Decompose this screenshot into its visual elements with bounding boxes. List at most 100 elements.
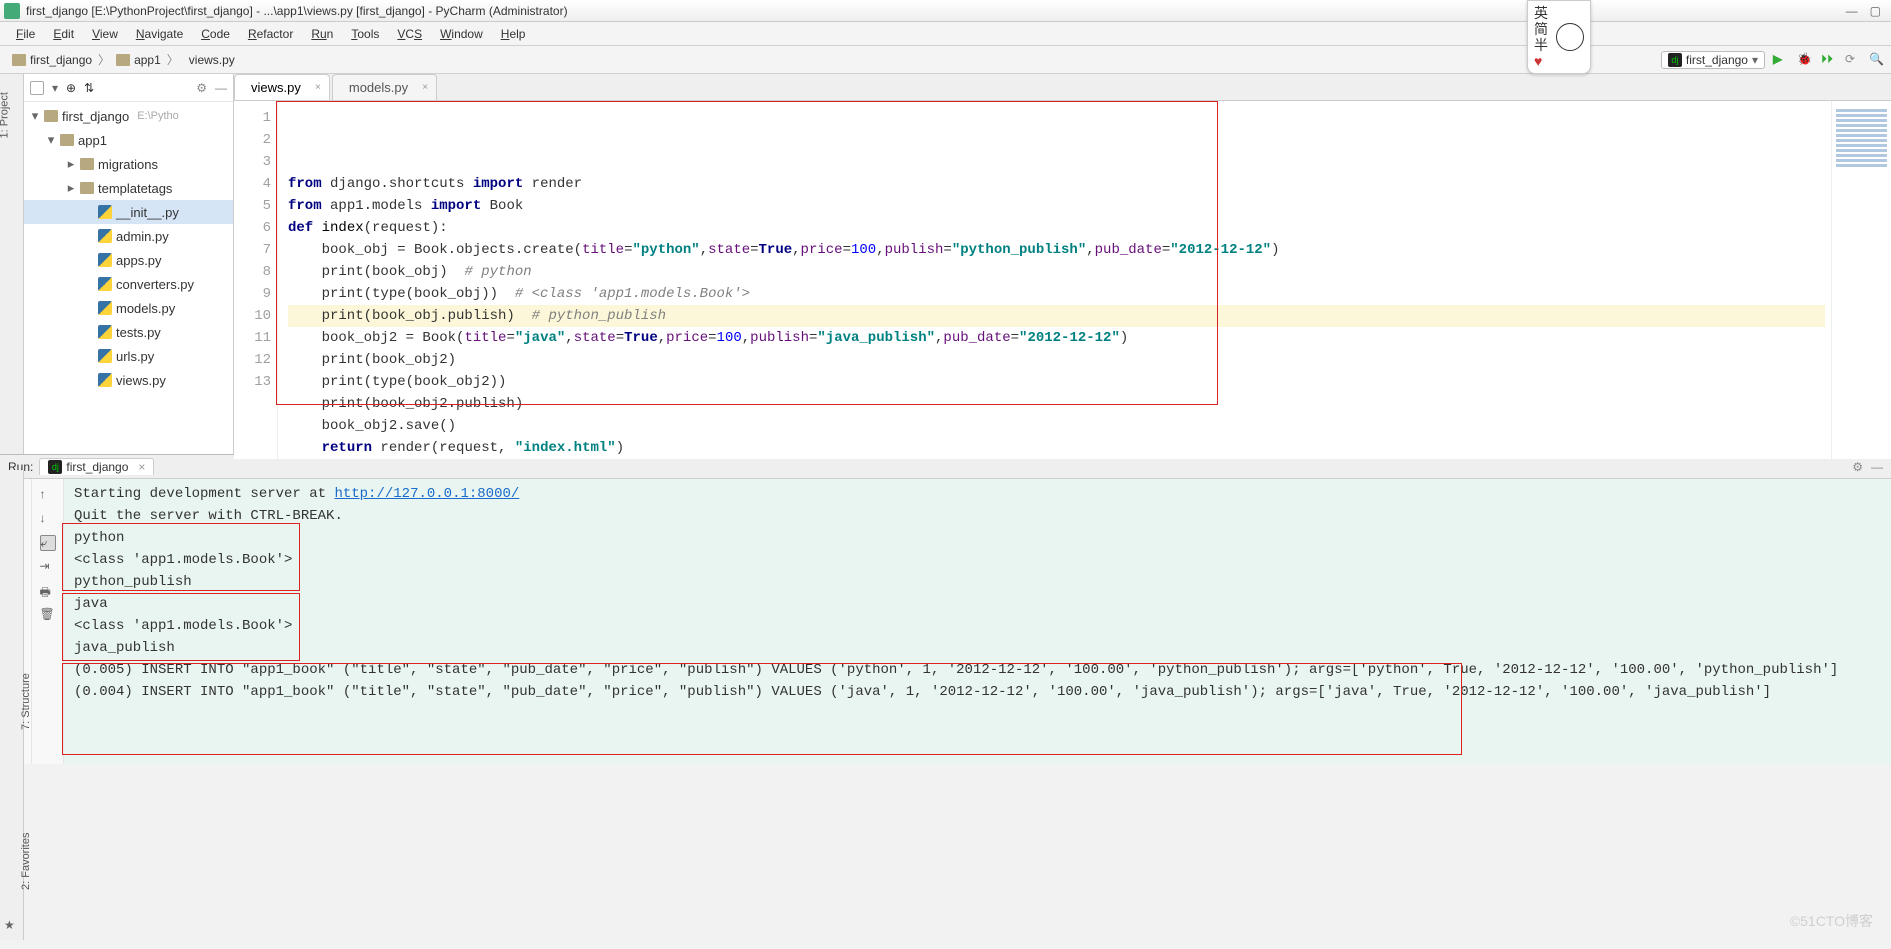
tree-item-urls.py[interactable]: urls.py — [24, 344, 233, 368]
sidebar-tab-structure[interactable]: 7: Structure — [20, 673, 32, 730]
console-line: python_publish — [74, 571, 1881, 593]
dropdown-icon[interactable]: ▾ — [52, 81, 58, 95]
django-icon: dj — [48, 460, 62, 474]
code-line[interactable]: book_obj2.save() — [288, 415, 1825, 437]
code-line[interactable]: print(book_obj2) — [288, 349, 1825, 371]
menu-file[interactable]: File — [8, 25, 43, 43]
code-line[interactable]: print(book_obj) # python — [288, 261, 1825, 283]
code-line[interactable]: from django.shortcuts import render — [288, 173, 1825, 195]
python-file-icon — [98, 205, 112, 219]
menu-code[interactable]: Code — [193, 25, 238, 43]
tree-item-templatetags[interactable]: ▸templatetags — [24, 176, 233, 200]
tree-item-views.py[interactable]: views.py — [24, 368, 233, 392]
trash-icon[interactable]: 🗑 — [40, 607, 56, 623]
folder-icon — [116, 54, 130, 66]
chevron-down-icon: ▾ — [1752, 53, 1758, 67]
menu-help[interactable]: Help — [493, 25, 534, 43]
expand-all-icon[interactable] — [30, 81, 44, 95]
run-config-label: first_django — [1686, 53, 1748, 67]
menu-run[interactable]: Run — [303, 25, 341, 43]
folder-icon — [80, 158, 94, 170]
tree-item-admin.py[interactable]: admin.py — [24, 224, 233, 248]
watermark: ©51CTO博客 — [1790, 911, 1873, 931]
code-line[interactable]: print(type(book_obj)) # <class 'app1.mod… — [288, 283, 1825, 305]
code-line[interactable]: def index(request): — [288, 217, 1825, 239]
maximize-button[interactable]: ▢ — [1870, 4, 1881, 18]
down-icon[interactable]: ↓ — [40, 511, 56, 527]
hide-icon[interactable]: — — [215, 81, 227, 95]
code-editor[interactable]: 12345678910111213 from django.shortcuts … — [234, 101, 1891, 459]
tree-item-__init__.py[interactable]: __init__.py — [24, 200, 233, 224]
debug-icon[interactable]: 🐞 — [1797, 52, 1813, 68]
minimize-button[interactable]: — — [1846, 4, 1858, 18]
run-config-selector[interactable]: dj first_django ▾ — [1661, 51, 1765, 69]
code-line[interactable]: from app1.models import Book — [288, 195, 1825, 217]
run-dashboard-icon[interactable]: ⏵⏵ — [1821, 52, 1837, 68]
editor-tabs: views.py×models.py× — [234, 74, 1891, 101]
menubar: File Edit View Navigate Code Refactor Ru… — [0, 22, 1891, 46]
breadcrumb-first_django[interactable]: first_django — [6, 51, 98, 69]
editor-tab-models.py[interactable]: models.py× — [332, 74, 437, 100]
run-tab[interactable]: dj first_django × — [39, 458, 154, 475]
nav-bar: first_django〉app1〉views.py dj first_djan… — [0, 46, 1891, 74]
breadcrumb-app1[interactable]: app1 — [110, 51, 167, 69]
code-line[interactable]: print(book_obj.publish) # python_publish — [288, 305, 1825, 327]
window-title: first_django [E:\PythonProject\first_dja… — [26, 4, 568, 18]
menu-vcs[interactable]: VCS — [389, 25, 430, 43]
collapse-icon[interactable]: ⇅ — [84, 81, 94, 95]
project-tree[interactable]: ▾first_djangoE:\Pytho▾app1▸migrations▸te… — [24, 102, 233, 394]
code-line[interactable]: return render(request, "index.html") — [288, 437, 1825, 459]
close-icon[interactable]: × — [315, 82, 321, 93]
code-line[interactable]: print(book_obj2.publish) — [288, 393, 1825, 415]
scroll-icon[interactable]: ⇥ — [40, 559, 56, 575]
tree-item-tests.py[interactable]: tests.py — [24, 320, 233, 344]
sidebar-tab-favorites[interactable]: 2: Favorites — [20, 833, 32, 890]
console-line: java — [74, 593, 1881, 615]
python-file-icon — [98, 253, 112, 267]
python-file-icon — [98, 373, 112, 387]
menu-tools[interactable]: Tools — [343, 25, 387, 43]
tree-item-apps.py[interactable]: apps.py — [24, 248, 233, 272]
menu-window[interactable]: Window — [432, 25, 491, 43]
menu-edit[interactable]: Edit — [45, 25, 82, 43]
gear-icon[interactable]: ⚙ — [196, 81, 207, 95]
console-output[interactable]: Starting development server at http://12… — [64, 479, 1891, 764]
console-line: java_publish — [74, 637, 1881, 659]
hide-icon[interactable]: — — [1871, 460, 1883, 474]
minimap[interactable] — [1831, 101, 1891, 459]
search-icon[interactable]: 🔍 — [1869, 52, 1885, 68]
editor-tab-views.py[interactable]: views.py× — [234, 74, 330, 100]
tree-item-first_django[interactable]: ▾first_djangoE:\Pytho — [24, 104, 233, 128]
tree-item-migrations[interactable]: ▸migrations — [24, 152, 233, 176]
menu-view[interactable]: View — [84, 25, 126, 43]
star-icon[interactable]: ★ — [4, 918, 15, 932]
menu-refactor[interactable]: Refactor — [240, 25, 301, 43]
print-icon[interactable]: 🖶 — [40, 583, 56, 599]
code-line[interactable]: book_obj = Book.objects.create(title="py… — [288, 239, 1825, 261]
server-url-link[interactable]: http://127.0.0.1:8000/ — [334, 486, 519, 502]
left-tool-strip: 1: Project — [0, 74, 24, 454]
code-line[interactable]: print(type(book_obj2)) — [288, 371, 1825, 393]
up-icon[interactable]: ↑ — [40, 487, 56, 503]
close-icon[interactable]: × — [138, 460, 145, 474]
django-icon: dj — [1668, 53, 1682, 67]
ime-overlay[interactable]: 英 简 半 ♥ — [1527, 0, 1591, 74]
tree-item-converters.py[interactable]: converters.py — [24, 272, 233, 296]
soft-wrap-icon[interactable]: ⤶ — [40, 535, 56, 551]
tree-item-app1[interactable]: ▾app1 — [24, 128, 233, 152]
gear-icon[interactable]: ⚙ — [1852, 460, 1863, 474]
console-line: <class 'app1.models.Book'> — [74, 549, 1881, 571]
tree-item-models.py[interactable]: models.py — [24, 296, 233, 320]
update-icon[interactable]: ⟳ — [1845, 52, 1861, 68]
sidebar-tab-project[interactable]: 1: Project — [0, 102, 11, 139]
run-icon[interactable]: ▶ — [1773, 52, 1789, 68]
close-icon[interactable]: × — [422, 82, 428, 93]
locate-icon[interactable]: ⊕ — [66, 81, 76, 95]
console-line: Quit the server with CTRL-BREAK. — [74, 505, 1881, 527]
breadcrumb-views.py[interactable]: views.py — [179, 51, 241, 69]
run-tool-window: Run: dj first_django × ⚙ — ↻ 📌 ↑ ↓ ⤶ ⇥ 🖶… — [0, 454, 1891, 764]
python-file-icon — [98, 301, 112, 315]
code-line[interactable]: book_obj2 = Book(title="java",state=True… — [288, 327, 1825, 349]
menu-navigate[interactable]: Navigate — [128, 25, 191, 43]
pycharm-icon — [4, 3, 20, 19]
